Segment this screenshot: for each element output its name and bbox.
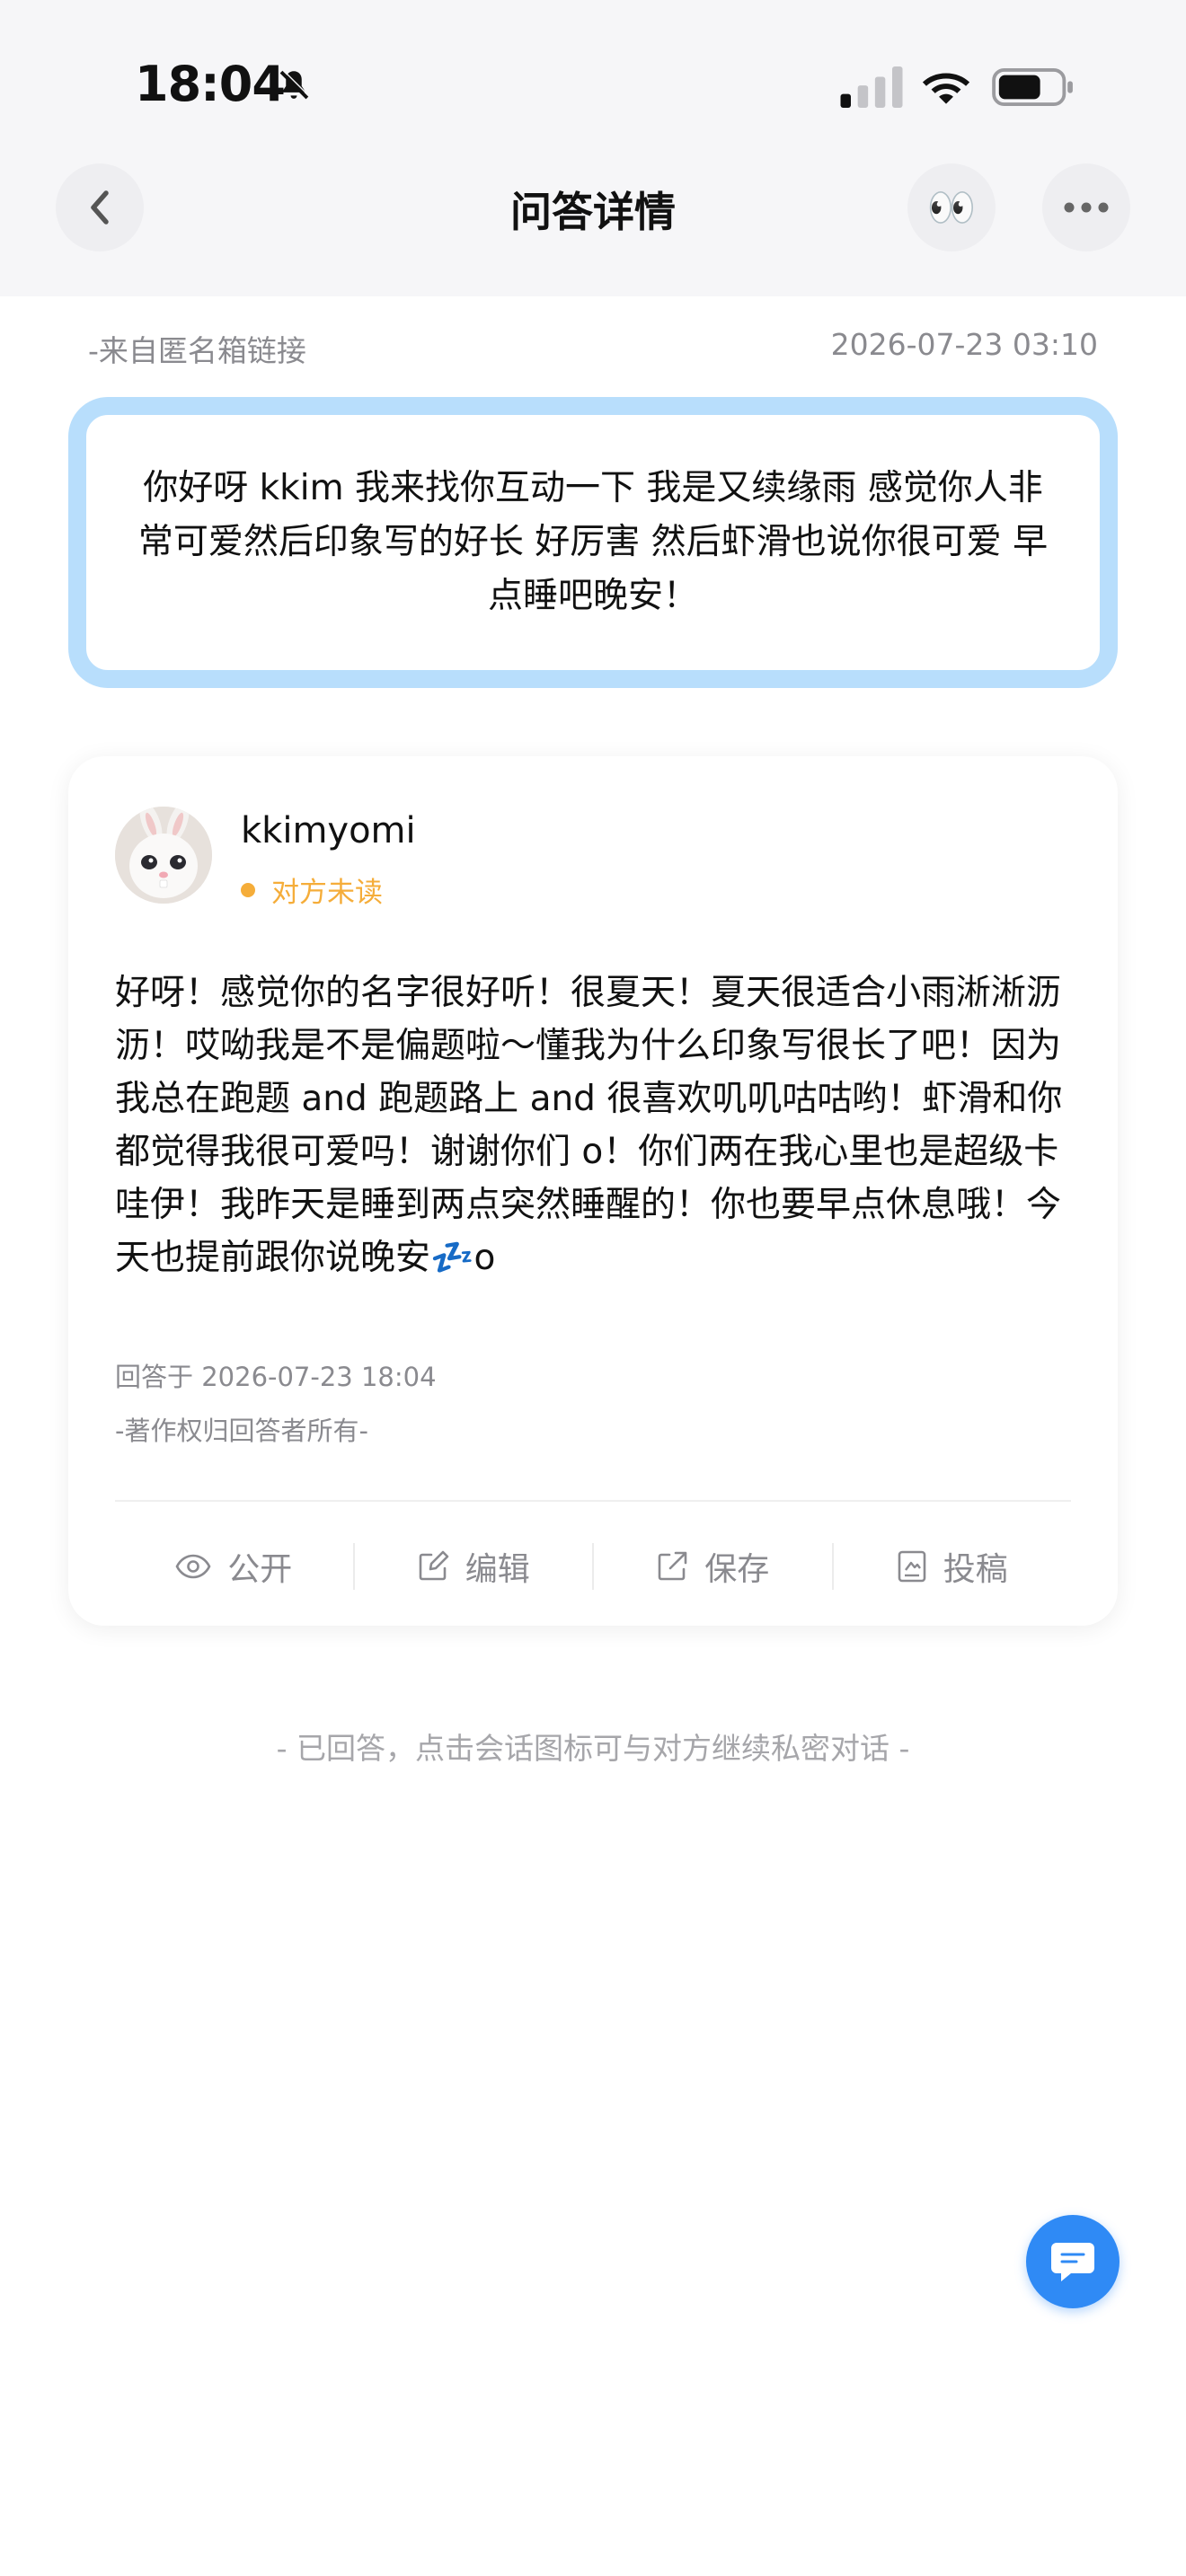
bunny-avatar-icon xyxy=(115,807,212,904)
edit-label: 编辑 xyxy=(465,1551,530,1588)
answer-text: 好呀！感觉你的名字很好听！很夏天！夏天很适合小雨淅淅沥沥！哎呦我是不是偏题啦～懂… xyxy=(115,973,1063,1278)
public-label: 公开 xyxy=(227,1551,293,1588)
eyes-button[interactable]: 👀 xyxy=(907,163,996,251)
question-card: 你好呀 kkim 我来找你互动一下 我是又续缘雨 感觉你人非常可爱然后印象写的好… xyxy=(68,397,1118,688)
public-button[interactable]: 公开 xyxy=(115,1539,353,1593)
wifi-icon xyxy=(922,73,970,104)
header-area: 18:04 问答详情 👀 xyxy=(0,0,1186,296)
unread-dot-icon xyxy=(241,882,255,897)
edit-icon xyxy=(419,1550,449,1581)
answer-card: kkimyomi 对方未读 好呀！感觉你的名字很好听！很夏天！夏天很适合小雨淅淅… xyxy=(68,756,1118,1626)
submit-label: 投稿 xyxy=(943,1551,1008,1588)
chat-bubble-icon xyxy=(1051,2243,1094,2281)
edit-button[interactable]: 编辑 xyxy=(355,1539,593,1593)
eyes-icon: 👀 xyxy=(926,185,977,231)
more-dots-icon xyxy=(1064,202,1109,213)
chat-button[interactable] xyxy=(1026,2215,1120,2308)
copyright-note: -著作权归回答者所有- xyxy=(115,1416,368,1446)
answerer-username[interactable]: kkimyomi xyxy=(241,810,416,851)
battery-icon xyxy=(992,68,1073,106)
avatar[interactable] xyxy=(115,807,212,904)
footer-hint: - 已回答，点击会话图标可与对方继续私密对话 - xyxy=(276,1731,910,1766)
status-time: 18:04 xyxy=(135,56,286,112)
question-text: 你好呀 kkim 我来找你互动一下 我是又续缘雨 感觉你人非常可爱然后印象写的好… xyxy=(137,468,1049,616)
save-label: 保存 xyxy=(704,1551,770,1588)
cellular-signal-icon xyxy=(840,66,903,108)
eye-icon xyxy=(175,1554,211,1579)
document-icon xyxy=(898,1550,926,1583)
answer-timestamp: 回答于 2026-07-23 18:04 xyxy=(115,1362,437,1392)
qa-detail-page: 18:04 问答详情 👀 -来自匿名箱链接 2026-07-23 03:10 你… xyxy=(0,0,1186,2576)
submit-button[interactable]: 投稿 xyxy=(834,1539,1072,1593)
divider xyxy=(115,1500,1071,1502)
page-title: 问答详情 xyxy=(510,188,676,236)
bell-muted-icon xyxy=(279,69,310,100)
source-date: 2026-07-23 03:10 xyxy=(830,327,1098,362)
source-label: -来自匿名箱链接 xyxy=(88,333,306,368)
read-status-label: 对方未读 xyxy=(271,877,383,909)
more-options-button[interactable] xyxy=(1042,163,1130,251)
read-status: 对方未读 xyxy=(241,869,383,910)
save-button[interactable]: 保存 xyxy=(594,1539,832,1593)
action-bar: 公开 编辑 保存 投稿 xyxy=(115,1522,1071,1611)
share-export-icon xyxy=(658,1551,687,1581)
